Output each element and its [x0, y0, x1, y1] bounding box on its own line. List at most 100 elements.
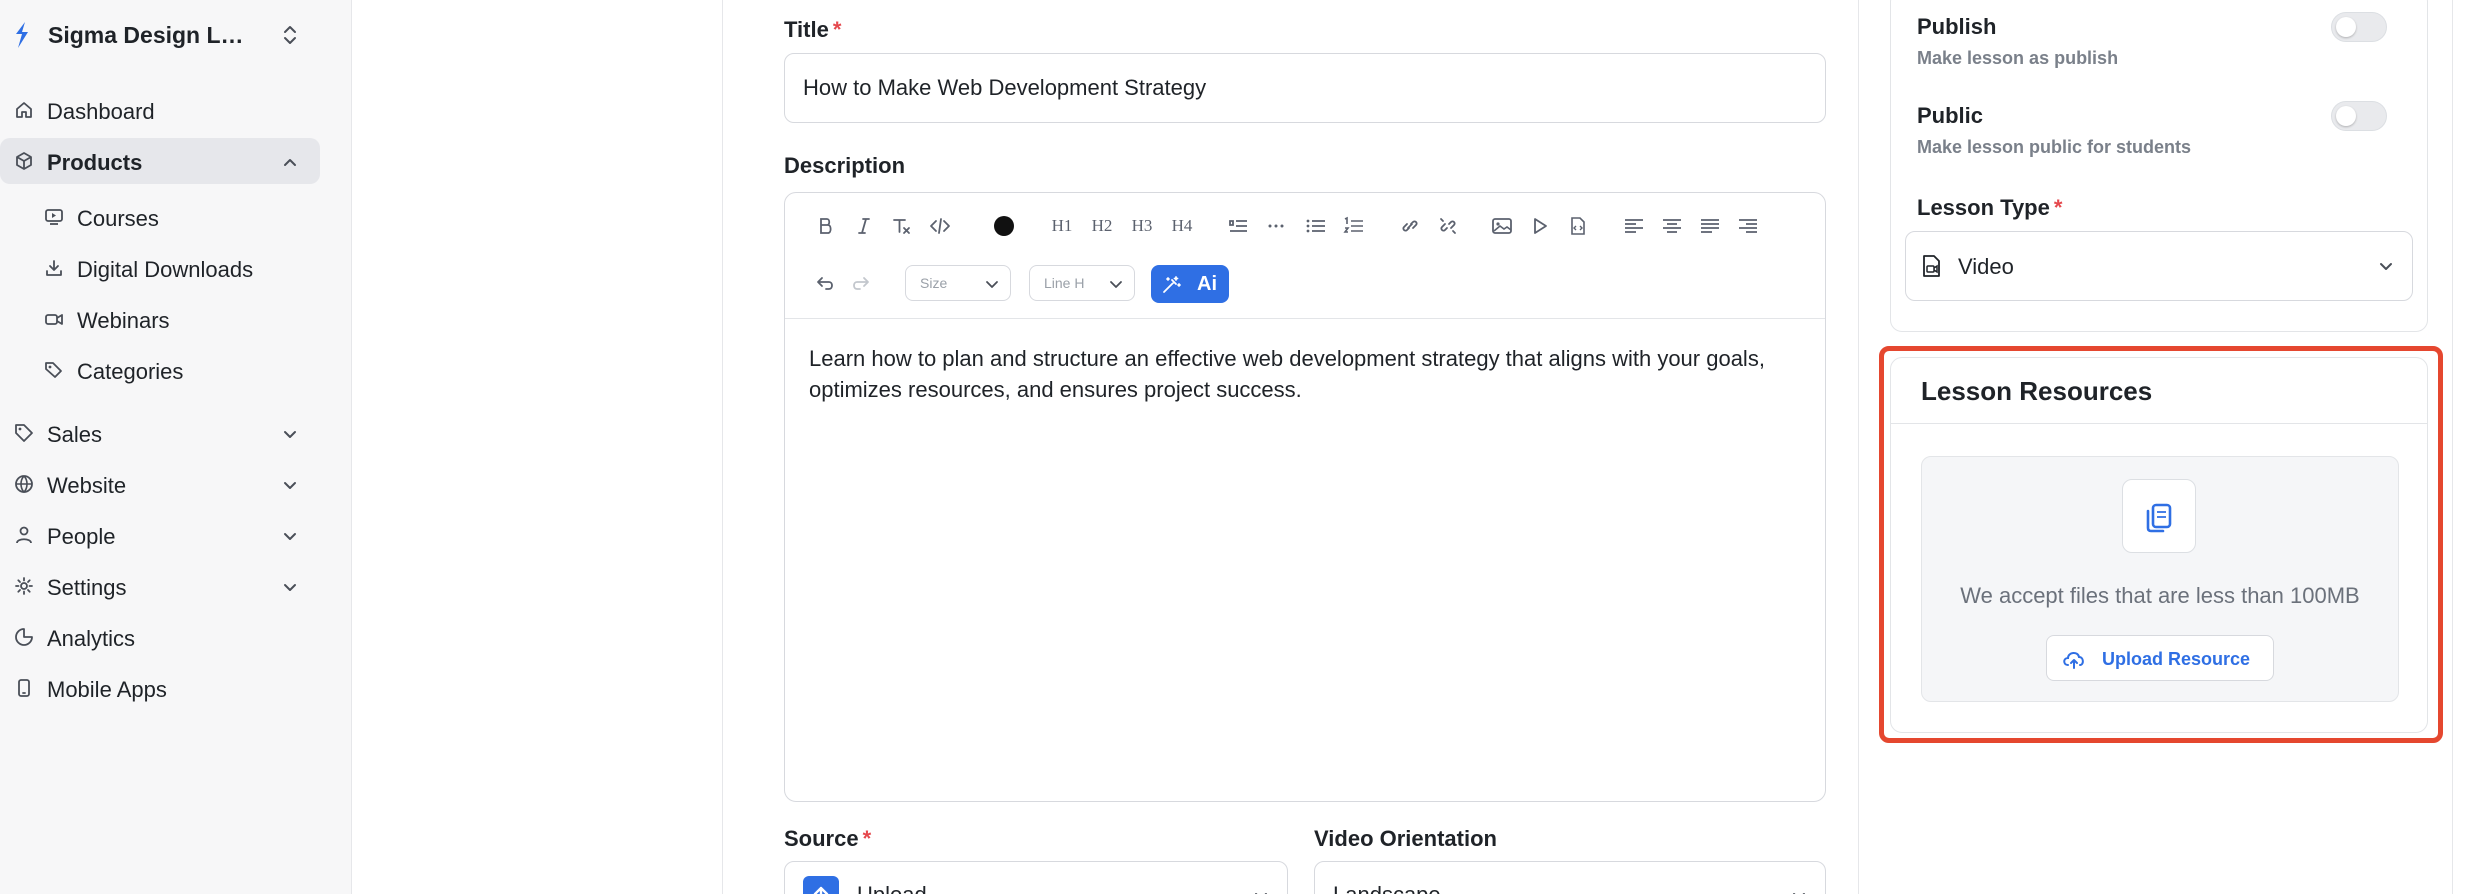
public-title: Public	[1917, 103, 1984, 128]
title-input-value: How to Make Web Development Strategy	[803, 75, 1207, 100]
sidebar-item-mobile-apps[interactable]: Mobile Apps	[0, 665, 320, 711]
sidebar-item-categories[interactable]: Categories	[0, 347, 320, 393]
undo-icon[interactable]	[813, 270, 839, 296]
bullet-list-icon[interactable]	[1303, 213, 1329, 239]
toggle-knob	[2336, 17, 2356, 37]
sidebar-item-label: Webinars	[77, 308, 170, 333]
sidebar-item-settings[interactable]: Settings	[0, 563, 320, 609]
align-left-icon[interactable]	[1621, 213, 1647, 239]
upload-arrow-icon	[803, 876, 839, 894]
source-select[interactable]: Upload	[784, 861, 1288, 894]
orientation-value: Landscape	[1333, 882, 1441, 894]
title-input[interactable]: How to Make Web Development Strategy	[784, 53, 1826, 123]
lesson-type-label: Lesson Type *	[1917, 195, 2062, 221]
publish-toggle[interactable]	[2331, 12, 2387, 42]
align-justify-icon[interactable]	[1697, 213, 1723, 239]
line-height-placeholder: Line H	[1044, 275, 1085, 291]
monitor-play-icon	[44, 207, 64, 227]
workspace-switcher[interactable]: Sigma Design La...	[0, 12, 330, 58]
lesson-settings-card: Publish Make lesson as publish Public Ma…	[1890, 0, 2428, 332]
video-camera-icon	[44, 309, 64, 329]
workspace-name: Sigma Design La...	[48, 22, 248, 48]
chevron-down-icon	[1789, 886, 1809, 894]
lesson-type-select[interactable]: Video	[1905, 231, 2413, 301]
chevron-down-icon	[280, 475, 300, 495]
sidebar-item-digital-downloads[interactable]: Digital Downloads	[0, 245, 320, 291]
horizontal-rule-icon[interactable]	[1263, 213, 1289, 239]
clear-format-icon[interactable]	[889, 213, 915, 239]
sidebar-item-label: Courses	[77, 206, 159, 231]
home-icon	[14, 100, 34, 120]
ai-assist-button[interactable]: Ai	[1151, 265, 1229, 303]
sidebar-item-website[interactable]: Website	[0, 461, 320, 507]
tags-icon	[44, 360, 64, 380]
code-icon[interactable]	[927, 213, 953, 239]
redo-icon[interactable]	[847, 270, 873, 296]
globe-icon	[14, 474, 34, 494]
sidebar-item-webinars[interactable]: Webinars	[0, 296, 320, 342]
chevron-down-icon	[280, 424, 300, 444]
pie-chart-icon	[14, 627, 34, 647]
quote-icon[interactable]	[1225, 213, 1251, 239]
publish-title: Publish	[1917, 14, 1997, 39]
sidebar-item-label: Products	[47, 150, 143, 175]
sidebar-item-sales[interactable]: Sales	[0, 410, 320, 456]
sidebar-item-dashboard[interactable]: Dashboard	[0, 87, 320, 133]
lesson-resources-title: Lesson Resources	[1921, 376, 2153, 406]
source-value: Upload	[857, 882, 927, 894]
heading-3-button[interactable]: H3	[1127, 213, 1157, 239]
text-color-icon[interactable]	[991, 213, 1017, 239]
sidebar-item-analytics[interactable]: Analytics	[0, 614, 320, 660]
lesson-resources-card: Lesson Resources We accept files that ar…	[1890, 357, 2428, 733]
divider	[722, 0, 723, 894]
bold-icon[interactable]	[813, 213, 839, 239]
unlink-icon[interactable]	[1435, 213, 1461, 239]
line-height-select[interactable]: Line H	[1029, 265, 1135, 301]
align-center-icon[interactable]	[1659, 213, 1685, 239]
description-editor[interactable]: H1 H2 H3 H4 Size Line H Ai Learn how to …	[784, 192, 1826, 802]
resource-dropzone[interactable]: We accept files that are less than 100MB…	[1921, 456, 2399, 702]
chevron-down-icon	[280, 526, 300, 546]
required-marker: *	[2053, 195, 2063, 220]
editor-toolbar: H1 H2 H3 H4 Size Line H Ai	[785, 193, 1825, 319]
italic-icon[interactable]	[851, 213, 877, 239]
heading-4-button[interactable]: H4	[1167, 213, 1197, 239]
heading-2-button[interactable]: H2	[1087, 213, 1117, 239]
description-label: Description	[784, 153, 906, 178]
ai-button-label: Ai	[1197, 272, 1217, 295]
sidebar-item-courses[interactable]: Courses	[0, 194, 320, 240]
file-code-icon[interactable]	[1565, 213, 1591, 239]
font-size-select[interactable]: Size	[905, 265, 1011, 301]
image-icon[interactable]	[1489, 213, 1515, 239]
video-orientation-label: Video Orientation	[1314, 826, 1497, 851]
tag-icon	[14, 423, 34, 443]
magic-wand-icon	[1161, 275, 1181, 295]
chevron-up-icon	[280, 152, 300, 172]
chevron-down-icon	[984, 276, 1000, 292]
align-right-icon[interactable]	[1735, 213, 1761, 239]
public-toggle[interactable]	[2331, 101, 2387, 131]
sidebar-item-label: Dashboard	[47, 99, 155, 124]
sidebar-item-label: Website	[47, 473, 127, 498]
sidebar-item-label: People	[47, 524, 116, 549]
smartphone-icon	[14, 678, 34, 698]
numbered-list-icon[interactable]	[1341, 213, 1367, 239]
sidebar-item-products[interactable]: Products	[0, 138, 320, 184]
brand-logo-icon	[12, 20, 32, 50]
upload-hint: We accept files that are less than 100MB	[1960, 583, 2360, 608]
download-icon	[44, 258, 64, 278]
required-marker: *	[862, 826, 872, 851]
upload-resource-label: Upload Resource	[2102, 649, 2251, 669]
video-orientation-select[interactable]: Landscape	[1314, 861, 1826, 894]
chevron-down-icon	[280, 577, 300, 597]
sidebar-item-people[interactable]: People	[0, 512, 320, 558]
sidebar: Sigma Design La... Dashboard Products Co…	[0, 0, 352, 894]
heading-1-button[interactable]: H1	[1047, 213, 1077, 239]
sidebar-item-label: Settings	[47, 575, 127, 600]
chevron-down-icon	[2376, 256, 2396, 276]
play-icon[interactable]	[1527, 213, 1553, 239]
link-icon[interactable]	[1397, 213, 1423, 239]
upload-resource-button[interactable]: Upload Resource	[2046, 635, 2274, 681]
description-content[interactable]: Learn how to plan and structure an effec…	[809, 343, 1809, 405]
sidebar-item-label: Mobile Apps	[47, 677, 167, 702]
